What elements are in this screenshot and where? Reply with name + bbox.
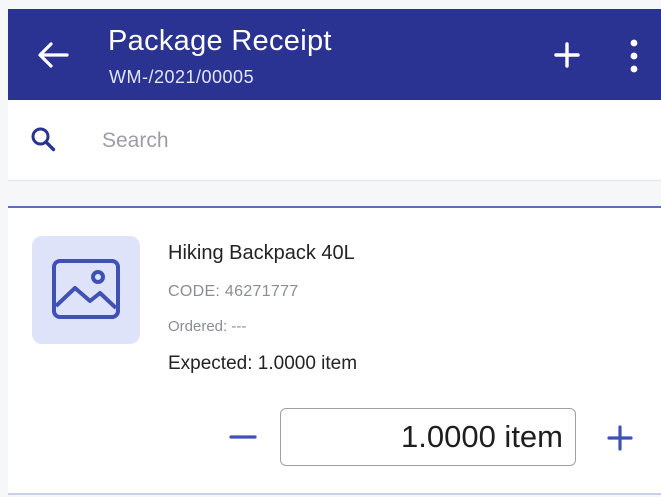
product-code: CODE: 46271777 (168, 283, 299, 300)
search-input[interactable] (100, 124, 624, 158)
minus-icon[interactable] (228, 422, 258, 452)
image-placeholder-icon (52, 259, 120, 319)
more-vertical-icon[interactable] (628, 37, 640, 75)
plus-icon[interactable] (606, 424, 634, 452)
app-bar: Package Receipt WM-/2021/00005 (8, 9, 661, 100)
product-name: Hiking Backpack 40L (168, 242, 355, 264)
search-icon (31, 127, 56, 152)
arrow-left-icon[interactable] (36, 41, 70, 69)
ordered-quantity: Ordered: --- (168, 318, 247, 335)
package-receipt-screen: Package Receipt WM-/2021/00005 Hiking Ba… (0, 0, 661, 497)
product-thumbnail (32, 236, 140, 344)
plus-icon[interactable] (554, 42, 580, 68)
search-bar (8, 100, 661, 181)
quantity-stepper[interactable]: 1.0000 item (280, 408, 576, 466)
page-title: Package Receipt (108, 25, 332, 57)
list-item[interactable]: Hiking Backpack 40L CODE: 46271777 Order… (8, 206, 661, 495)
expected-quantity: Expected: 1.0000 item (168, 353, 358, 374)
quantity-value[interactable]: 1.0000 item (401, 419, 563, 455)
document-number: WM-/2021/00005 (109, 67, 255, 87)
